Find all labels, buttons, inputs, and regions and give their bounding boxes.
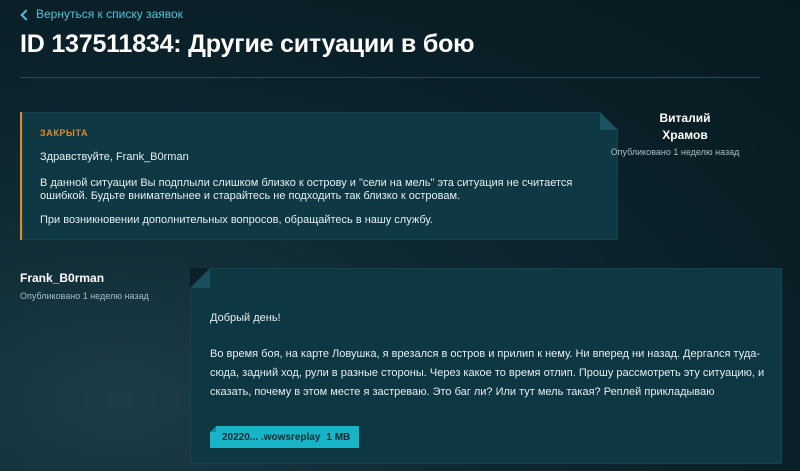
attachment-size: 1 MB xyxy=(326,431,351,443)
back-to-list-link[interactable]: Вернуться к списку заявок xyxy=(20,7,183,21)
attachment-filename: 20220... .wowsreplay xyxy=(222,431,321,443)
user-message-card: Добрый день! Во время боя, на карте Лову… xyxy=(190,268,782,464)
user-author-block: Frank_B0rman Опубликовано 1 неделю назад xyxy=(20,271,149,301)
support-author-first-name: Виталий xyxy=(659,111,711,125)
user-published-time: Опубликовано 1 неделю назад xyxy=(20,291,149,301)
status-badge: ЗАКРЫТА xyxy=(40,128,89,138)
support-reply-card: ЗАКРЫТА Здравствуйте, Frank_B0rman В дан… xyxy=(20,112,618,240)
back-link-label: Вернуться к списку заявок xyxy=(36,7,183,21)
support-paragraph-2: При возникновении дополнительных вопросо… xyxy=(40,214,433,226)
support-author-last-name: Храмов xyxy=(662,128,708,142)
divider xyxy=(20,77,760,78)
page-title: ID 137511834: Другие ситуации в бою xyxy=(20,30,475,58)
user-message-body: Во время боя, на карте Ловушка, я врезал… xyxy=(210,348,765,398)
user-author-name: Frank_B0rman xyxy=(20,271,105,285)
attachment-download-button[interactable]: 20220... .wowsreplay 1 MB xyxy=(210,426,360,448)
support-greeting: Здравствуйте, Frank_B0rman xyxy=(40,151,189,163)
support-published-time: Опубликовано 1 неделю назад xyxy=(610,147,740,157)
card-fold-corner xyxy=(190,268,210,288)
attachment-corner xyxy=(210,426,216,432)
chevron-left-icon xyxy=(20,8,32,21)
user-greeting: Добрый день! xyxy=(210,312,281,324)
support-paragraph-1: В данной ситуации Вы подплыли слишком бл… xyxy=(40,177,573,202)
support-author-block: Виталий Храмов Опубликовано 1 неделю наз… xyxy=(610,110,760,157)
